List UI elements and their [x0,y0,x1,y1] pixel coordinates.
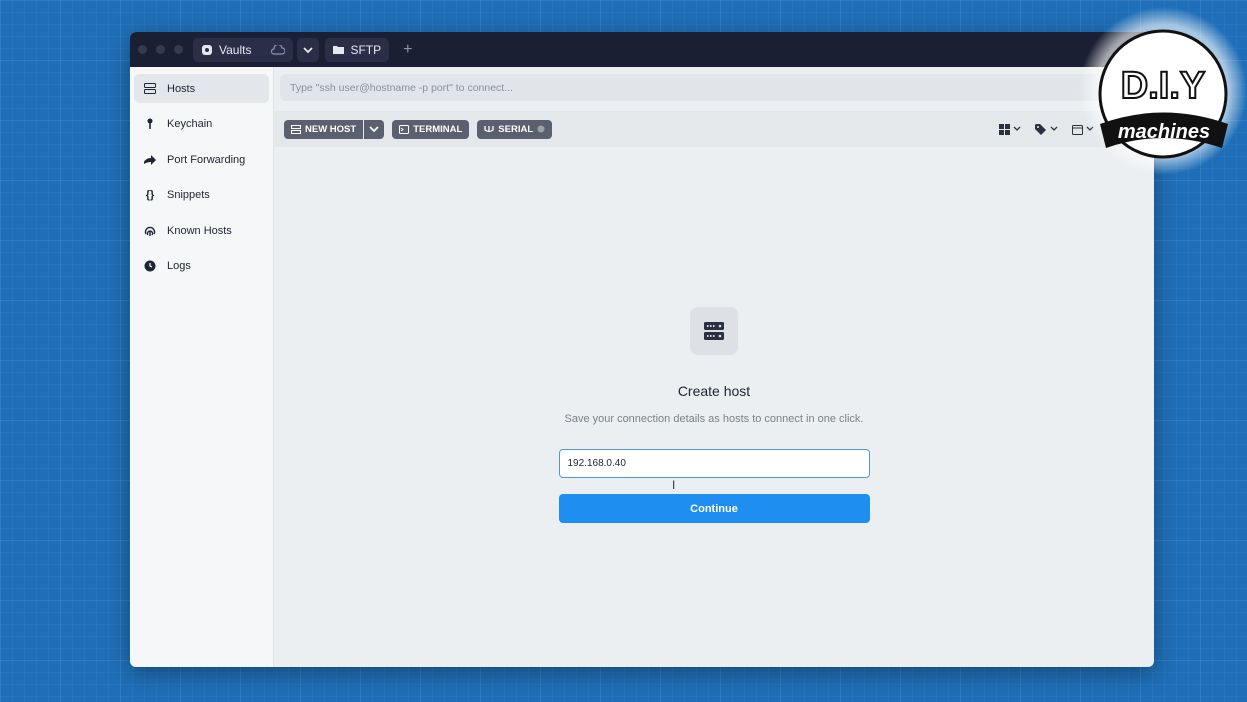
chevron-down-icon [369,125,379,132]
serial-button[interactable]: SERIAL [477,119,553,139]
chevron-down-icon [303,46,314,53]
server-icon [690,307,738,355]
title-bar: Vaults SFTP + [130,32,1154,67]
folder-icon [333,46,345,54]
key-icon [143,118,157,130]
tab-vaults-label: Vaults [219,42,252,57]
server-icon [143,83,157,94]
sidebar-item-keychain[interactable]: Keychain [134,110,269,139]
terminal-button[interactable]: TERMINAL [392,119,470,139]
grid-view-button[interactable] [999,123,1021,135]
sidebar-item-hosts[interactable]: Hosts [134,74,269,103]
svg-text:machines: machines [1118,121,1210,143]
create-host-title: Create host [677,383,751,399]
sidebar-item-known-hosts[interactable]: Known Hosts [134,216,269,245]
toolbar: NEW HOST TERMINAL SERIAL [274,111,1154,147]
sidebar-item-label: Logs [167,260,191,272]
fingerprint-icon [143,225,157,237]
quick-connect-input[interactable]: Type "ssh user@hostname -p port" to conn… [280,74,1148,101]
close-window-button[interactable] [138,45,147,54]
terminal-icon [399,124,410,134]
tag-icon [1035,123,1046,135]
sidebar: Hosts Keychain Port Forwarding {} Snippe… [130,67,274,667]
sidebar-item-logs[interactable]: Logs [134,252,269,281]
chevron-down-icon [1013,126,1021,131]
main-panel: Type "ssh user@hostname -p port" to conn… [274,67,1154,667]
terminal-label: TERMINAL [413,123,463,135]
tab-vaults[interactable]: Vaults [193,37,294,62]
new-host-button[interactable]: NEW HOST [284,119,364,139]
chevron-down-icon [1050,126,1058,131]
window-controls [138,45,183,54]
text-cursor-icon: I [672,478,676,492]
new-tab-button[interactable]: + [403,41,412,59]
tab-sftp[interactable]: SFTP [325,37,390,62]
serial-label: SERIAL [498,123,534,135]
tag-filter-button[interactable] [1035,123,1058,135]
create-host-panel: Create host Save your connection details… [274,307,1154,523]
minimize-window-button[interactable] [156,45,165,54]
sidebar-item-port-forwarding[interactable]: Port Forwarding [134,145,269,174]
app-window: Vaults SFTP + Hosts Keychain Port Forwar… [130,32,1154,667]
vaults-dropdown-button[interactable] [297,37,320,62]
info-icon [537,125,545,133]
vault-icon [202,44,212,55]
sidebar-item-label: Hosts [167,82,196,95]
new-host-label: NEW HOST [305,123,357,135]
new-host-dropdown-button[interactable] [364,119,385,139]
server-icon [291,124,301,134]
braces-icon: {} [145,189,155,201]
maximize-window-button[interactable] [174,45,183,54]
continue-button[interactable]: Continue [558,494,870,523]
grid-icon [999,123,1010,135]
serial-icon [484,125,494,132]
create-host-subtitle: Save your connection details as hosts to… [564,413,864,425]
sidebar-item-snippets[interactable]: {} Snippets [134,181,269,210]
tab-sftp-label: SFTP [350,42,382,57]
sidebar-item-label: Known Hosts [167,224,232,237]
forward-arrow-icon [143,154,157,165]
cloud-icon [271,44,286,55]
clock-icon [143,260,157,272]
diy-machines-logo: D.I.Y machines [1078,6,1247,176]
sidebar-item-label: Snippets [167,189,210,201]
sidebar-item-label: Port Forwarding [167,153,246,166]
svg-text:D.I.Y: D.I.Y [1121,65,1205,107]
hostname-input[interactable] [558,449,870,478]
sidebar-item-label: Keychain [167,118,213,130]
